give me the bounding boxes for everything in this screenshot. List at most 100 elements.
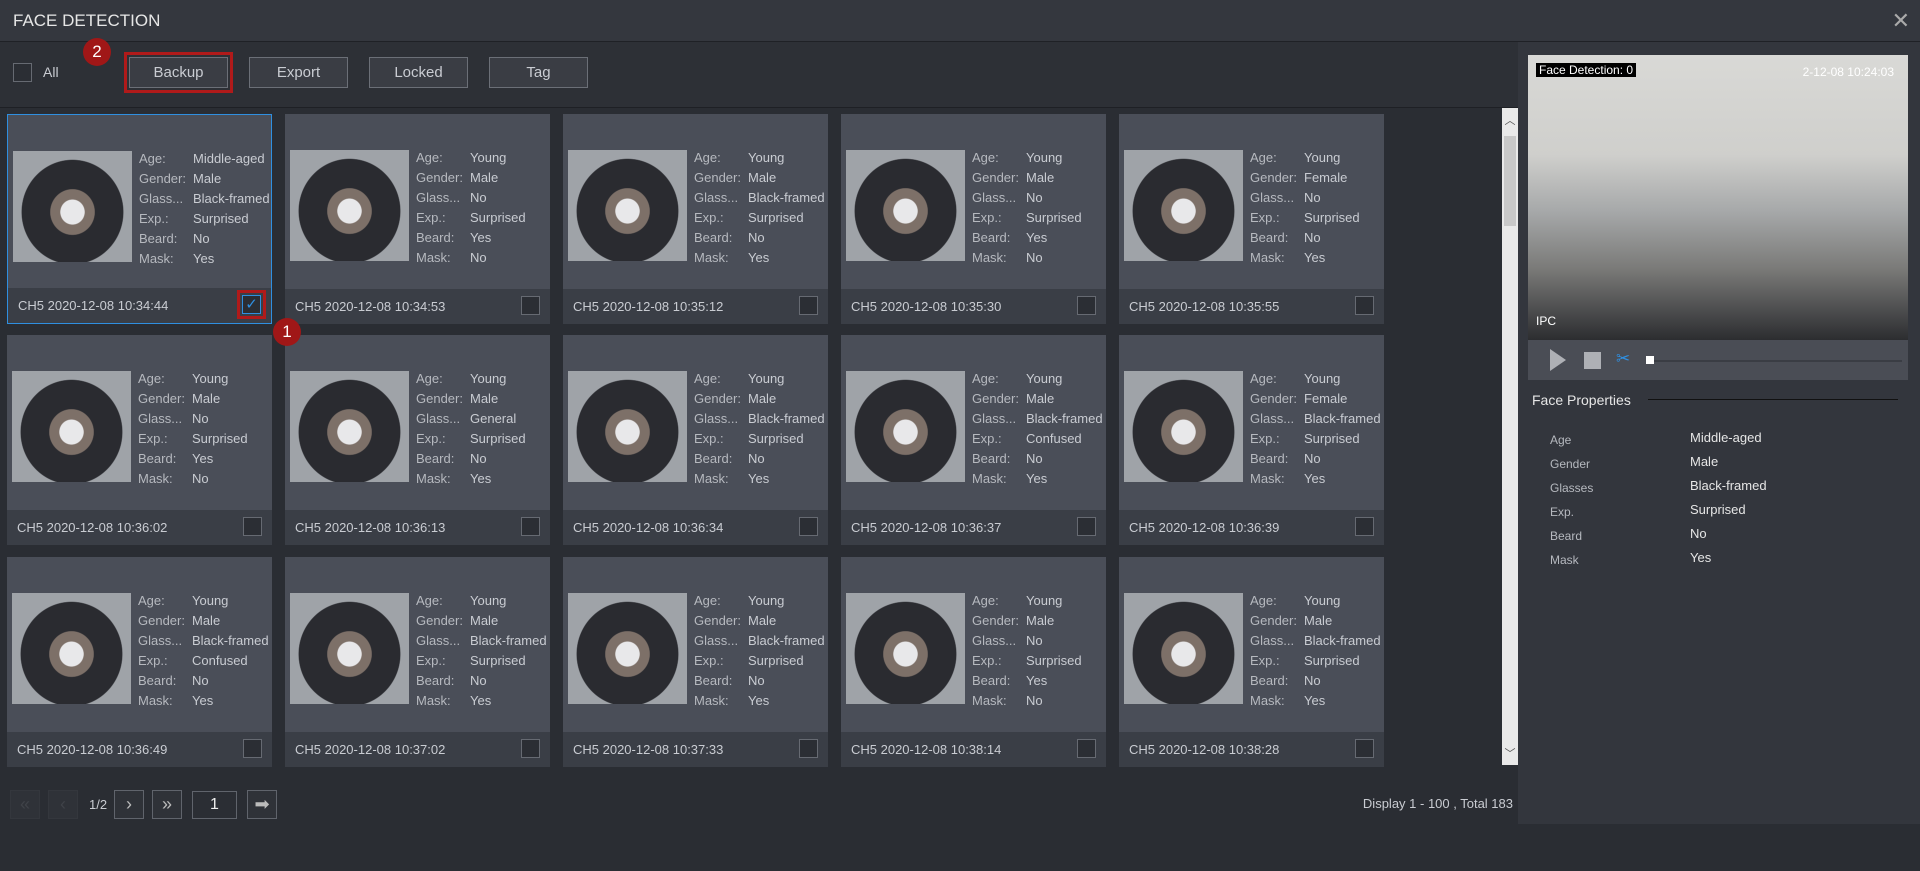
- attr-label: Age:: [139, 151, 166, 166]
- progress-handle[interactable]: [1646, 356, 1654, 364]
- attr-label: Glass...: [972, 411, 1017, 426]
- face-card[interactable]: Age: Young Gender: Male Glass... No Exp.: Surpr…: [841, 557, 1106, 767]
- attr-label: Exp.:: [416, 210, 446, 225]
- face-attributes: Age: Young Gender: Male Glass... Black-framed…: [694, 148, 825, 268]
- scroll-down-icon[interactable]: ﹀: [1502, 745, 1518, 761]
- property-row: Mask Yes: [1550, 550, 1767, 574]
- card-checkbox[interactable]: [521, 517, 540, 536]
- progress-track[interactable]: [1650, 360, 1902, 362]
- card-footer: CH5 2020-12-08 10:35:55: [1119, 289, 1384, 324]
- face-detection-overlay: Face Detection: 0: [1536, 63, 1637, 77]
- face-card[interactable]: Age: Young Gender: Female Glass... No Exp.: Sur…: [1119, 114, 1384, 324]
- attr-label: Exp.:: [694, 653, 724, 668]
- card-footer: CH5 2020-12-08 10:38:14: [841, 732, 1106, 767]
- property-row: Exp. Surprised: [1550, 502, 1767, 526]
- card-checkbox[interactable]: [243, 517, 262, 536]
- clip-icon[interactable]: ✂: [1616, 349, 1630, 369]
- last-page-button[interactable]: »: [152, 790, 182, 819]
- face-card[interactable]: Age: Young Gender: Male Glass... Black-framed…: [1119, 557, 1384, 767]
- face-card[interactable]: Age: Young Gender: Male Glass... No Exp.: Surpr…: [7, 335, 272, 545]
- card-footer: CH5 2020-12-08 10:36:37: [841, 510, 1106, 545]
- face-thumbnail: [1124, 150, 1243, 261]
- stop-icon[interactable]: [1584, 352, 1601, 369]
- card-footer: CH5 2020-12-08 10:36:49: [7, 732, 272, 767]
- attr-value: No: [470, 673, 487, 688]
- attr-label: Age:: [416, 371, 443, 386]
- select-all-checkbox[interactable]: [13, 63, 32, 82]
- face-card[interactable]: Age: Young Gender: Male Glass... Black-framed…: [7, 557, 272, 767]
- attr-label: Exp.:: [138, 431, 168, 446]
- card-checkbox[interactable]: [1355, 296, 1374, 315]
- attr-label: Age:: [138, 371, 165, 386]
- face-card[interactable]: Age: Young Gender: Male Glass... Black-framed…: [563, 557, 828, 767]
- attr-label: Mask:: [1250, 471, 1285, 486]
- video-preview[interactable]: Face Detection: 0 2-12-08 10:24:03 IPC: [1528, 55, 1908, 340]
- face-card[interactable]: Age: Young Gender: Male Glass... Black-framed…: [563, 114, 828, 324]
- face-results-grid: Age: Middle-aged Gender: Male Glass... Black-…: [0, 108, 1502, 767]
- attr-label: Mask:: [972, 693, 1007, 708]
- close-icon[interactable]: ✕: [1892, 8, 1910, 34]
- card-checkbox[interactable]: ✓: [237, 290, 266, 319]
- face-attributes: Age: Middle-aged Gender: Male Glass... Black-…: [139, 149, 270, 269]
- card-checkbox[interactable]: [1355, 517, 1374, 536]
- face-card[interactable]: Age: Young Gender: Male Glass... Black-framed…: [841, 335, 1106, 545]
- attr-value: Black-framed: [1304, 411, 1381, 426]
- card-footer: CH5 2020-12-08 10:36:02: [7, 510, 272, 545]
- scrollbar-thumb[interactable]: [1504, 136, 1516, 226]
- page-number-input[interactable]: [192, 791, 237, 819]
- attr-value: Middle-aged: [193, 151, 265, 166]
- locked-button[interactable]: Locked: [369, 57, 468, 88]
- face-card[interactable]: Age: Young Gender: Male Glass... Black-framed…: [563, 335, 828, 545]
- attr-value: Surprised: [192, 431, 248, 446]
- face-card[interactable]: Age: Young Gender: Male Glass... No Exp.: Surpr…: [841, 114, 1106, 324]
- next-page-button[interactable]: ›: [114, 790, 144, 819]
- attr-value: Surprised: [1304, 431, 1360, 446]
- prev-page-button[interactable]: ‹: [48, 790, 78, 819]
- capture-timestamp: CH5 2020-12-08 10:34:44: [18, 298, 169, 313]
- attr-value: Male: [470, 391, 499, 406]
- attr-label: Mask:: [416, 471, 451, 486]
- card-checkbox[interactable]: [799, 517, 818, 536]
- card-checkbox[interactable]: [799, 739, 818, 758]
- attr-value: Black-framed: [192, 633, 269, 648]
- card-footer: CH5 2020-12-08 10:37:33: [563, 732, 828, 767]
- face-thumbnail: [1124, 371, 1243, 482]
- face-attributes: Age: Young Gender: Male Glass... Black-framed…: [694, 369, 825, 489]
- attr-value: Young: [470, 150, 507, 165]
- scrollbar[interactable]: ︿ ﹀: [1502, 108, 1518, 765]
- card-checkbox[interactable]: [1077, 296, 1096, 315]
- attr-label: Exp.:: [1250, 653, 1280, 668]
- first-page-button[interactable]: «: [10, 790, 40, 819]
- tag-button[interactable]: Tag: [489, 57, 588, 88]
- card-checkbox[interactable]: [521, 296, 540, 315]
- attr-value: Surprised: [470, 653, 526, 668]
- play-icon[interactable]: [1550, 349, 1566, 371]
- capture-timestamp: CH5 2020-12-08 10:38:28: [1129, 742, 1280, 757]
- face-card[interactable]: Age: Young Gender: Male Glass... General Exp.:…: [285, 335, 550, 545]
- attr-value: No: [748, 673, 765, 688]
- face-thumbnail: [290, 593, 409, 704]
- face-attributes: Age: Young Gender: Male Glass... No Exp.: Surpr…: [416, 148, 526, 268]
- card-checkbox[interactable]: [521, 739, 540, 758]
- face-card[interactable]: Age: Young Gender: Female Glass... Black-fram…: [1119, 335, 1384, 545]
- attr-label: Glass...: [972, 190, 1017, 205]
- card-checkbox[interactable]: [1355, 739, 1374, 758]
- card-checkbox[interactable]: [243, 739, 262, 758]
- go-page-button[interactable]: ➡: [247, 790, 277, 819]
- face-card[interactable]: Age: Middle-aged Gender: Male Glass... Black-…: [7, 114, 272, 324]
- property-label: Mask: [1550, 553, 1579, 567]
- face-card[interactable]: Age: Young Gender: Male Glass... Black-framed…: [285, 557, 550, 767]
- attr-label: Glass...: [416, 411, 461, 426]
- face-attributes: Age: Young Gender: Male Glass... Black-framed…: [416, 591, 547, 711]
- attr-label: Beard:: [694, 673, 733, 688]
- capture-timestamp: CH5 2020-12-08 10:35:12: [573, 299, 724, 314]
- card-checkbox[interactable]: [1077, 739, 1096, 758]
- capture-timestamp: CH5 2020-12-08 10:36:13: [295, 520, 446, 535]
- card-footer: CH5 2020-12-08 10:37:02: [285, 732, 550, 767]
- card-checkbox[interactable]: [1077, 517, 1096, 536]
- scroll-up-icon[interactable]: ︿: [1502, 112, 1518, 128]
- backup-button[interactable]: Backup: [124, 52, 233, 93]
- export-button[interactable]: Export: [249, 57, 348, 88]
- face-card[interactable]: Age: Young Gender: Male Glass... No Exp.: Surpr…: [285, 114, 550, 324]
- card-checkbox[interactable]: [799, 296, 818, 315]
